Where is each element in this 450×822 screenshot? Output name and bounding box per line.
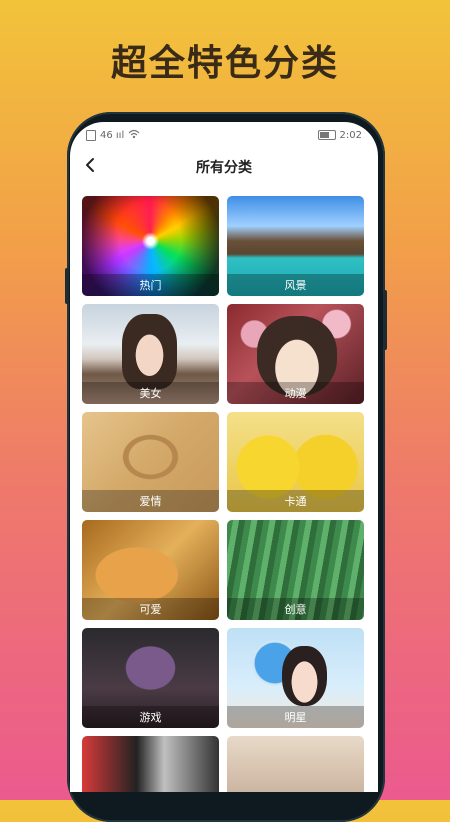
caption-bar: 可爱 [82, 598, 219, 620]
phone-screen: 46 ııl 2:02 所有分类 热门 风景 美女 动漫 爱情 卡通 可爱 创意… [70, 122, 378, 792]
category-label: 风景 [284, 279, 307, 292]
category-card-anime[interactable]: 动漫 [227, 304, 364, 404]
category-card-hot[interactable]: 热门 [82, 196, 219, 296]
category-label: 卡通 [284, 495, 307, 508]
category-card-game[interactable]: 游戏 [82, 628, 219, 728]
category-card-partial[interactable] [227, 736, 364, 792]
phone-side-button [383, 290, 387, 350]
category-label: 明星 [284, 711, 307, 724]
caption-bar: 热门 [82, 274, 219, 296]
category-card-creative[interactable]: 创意 [227, 520, 364, 620]
phone-side-button [65, 268, 69, 304]
chevron-left-icon [84, 157, 96, 177]
sim-icon [86, 129, 96, 141]
category-label: 热门 [139, 279, 162, 292]
category-label: 动漫 [284, 387, 307, 400]
category-card-love[interactable]: 爱情 [82, 412, 219, 512]
category-card-cartoon[interactable]: 卡通 [227, 412, 364, 512]
category-label: 可爱 [139, 603, 162, 616]
category-label: 美女 [139, 387, 162, 400]
battery-icon [317, 130, 336, 140]
caption-bar: 美女 [82, 382, 219, 404]
category-label: 爱情 [139, 495, 162, 508]
category-label: 创意 [284, 603, 307, 616]
category-card-star[interactable]: 明星 [227, 628, 364, 728]
category-grid: 热门 风景 美女 动漫 爱情 卡通 可爱 创意 游戏 明星 [82, 196, 366, 792]
status-time: 2:02 [339, 129, 362, 141]
caption-bar: 风景 [227, 274, 364, 296]
status-bar: 46 ııl 2:02 [70, 122, 378, 148]
caption-bar: 创意 [227, 598, 364, 620]
back-button[interactable] [76, 152, 104, 182]
caption-bar: 爱情 [82, 490, 219, 512]
caption-bar: 卡通 [227, 490, 364, 512]
caption-bar: 明星 [227, 706, 364, 728]
category-card-beauty[interactable]: 美女 [82, 304, 219, 404]
category-label: 游戏 [139, 711, 162, 724]
network-text: 46 ııl [100, 129, 125, 141]
category-card-cute[interactable]: 可爱 [82, 520, 219, 620]
caption-bar: 动漫 [227, 382, 364, 404]
caption-bar: 游戏 [82, 706, 219, 728]
wifi-icon [128, 129, 140, 142]
category-image [227, 736, 364, 792]
category-card-partial[interactable] [82, 736, 219, 792]
category-card-scenery[interactable]: 风景 [227, 196, 364, 296]
category-image [82, 736, 219, 792]
app-bar: 所有分类 [70, 148, 378, 186]
promo-title: 超全特色分类 [110, 43, 339, 84]
page-title: 所有分类 [196, 160, 252, 176]
